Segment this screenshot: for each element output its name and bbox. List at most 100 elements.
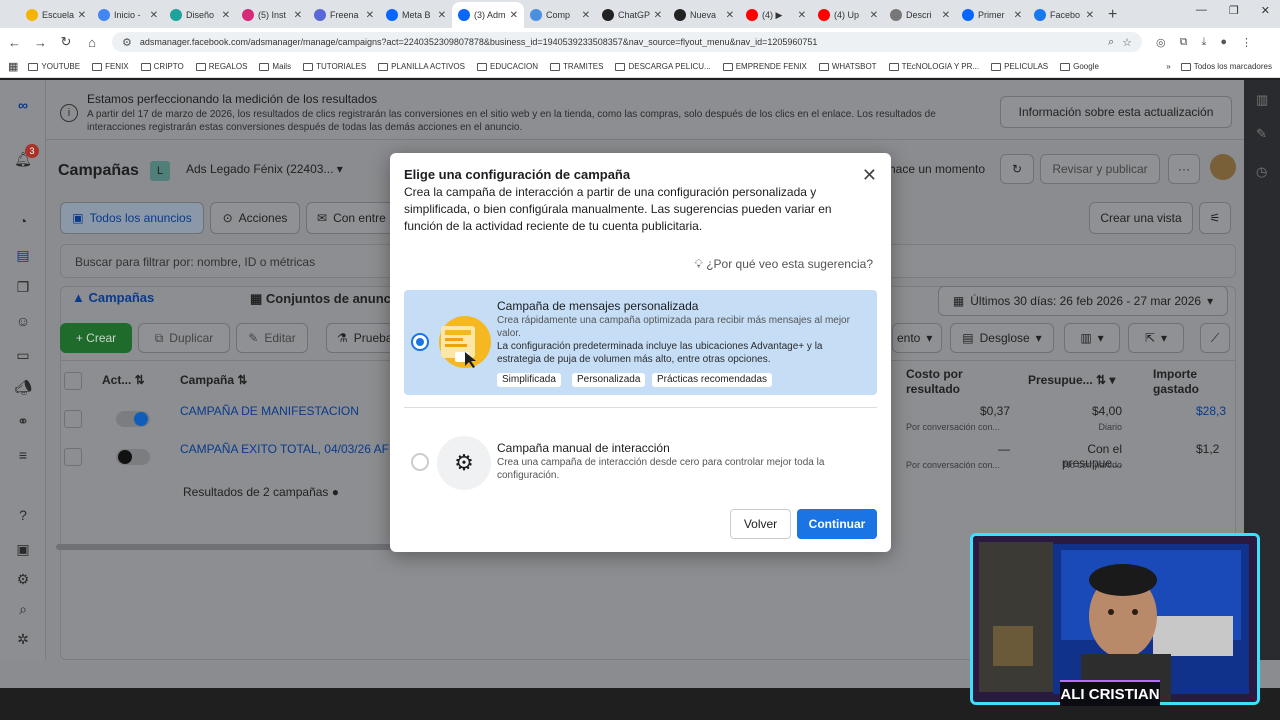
browser-tab[interactable]: Primer ✕: [956, 2, 1028, 28]
tab-close-icon[interactable]: ✕: [438, 10, 446, 21]
col-campaign[interactable]: Campaña ⇅: [180, 373, 247, 387]
menu-kebab-icon[interactable]: ⋮: [1241, 36, 1252, 49]
chart-toggle-button[interactable]: ⟋: [1200, 323, 1230, 353]
bookmarks-more[interactable]: »: [1166, 62, 1170, 71]
browser-tab[interactable]: (4) ▶ ✕: [740, 2, 812, 28]
tab-close-icon[interactable]: ✕: [1086, 10, 1094, 21]
review-publish-button[interactable]: Revisar y publicar: [1040, 154, 1160, 184]
why-suggestion-link[interactable]: 💡︎ ¿Por qué veo esta sugerencia?: [694, 257, 873, 272]
home-icon[interactable]: ⌂: [86, 35, 98, 50]
meta-logo-icon[interactable]: ∞: [14, 96, 32, 114]
browser-tab[interactable]: Descri ✕: [884, 2, 956, 28]
edit-button[interactable]: ✎ Editar: [236, 323, 308, 353]
col-cost[interactable]: Costo por resultado: [906, 367, 986, 397]
browser-tab[interactable]: Freena ✕: [308, 2, 380, 28]
account-selector[interactable]: Ads Legado Fénix (22403... ▾: [186, 162, 343, 176]
sliders-button[interactable]: ⚟: [1199, 202, 1231, 234]
browser-tab[interactable]: Diseño ✕: [164, 2, 236, 28]
tab-close-icon[interactable]: ✕: [942, 10, 950, 21]
export-button[interactable]: ⇱ ▾: [1128, 323, 1184, 353]
bookmark-item[interactable]: FENIX: [92, 62, 129, 71]
bookmark-item[interactable]: EDUCACION: [476, 62, 538, 71]
bookmark-item[interactable]: Mails: [259, 62, 291, 71]
menu-icon[interactable]: ≡: [14, 446, 32, 464]
col-spent[interactable]: Importe gastado: [1153, 367, 1213, 397]
campaign-name-link[interactable]: CAMPAÑA DE MANIFESTACION: [180, 404, 359, 418]
close-window-icon[interactable]: ✕: [1261, 4, 1270, 17]
minimize-icon[interactable]: —: [1196, 4, 1207, 17]
row-toggle[interactable]: [116, 411, 150, 427]
tab-close-icon[interactable]: ✕: [798, 10, 806, 21]
megaphone-icon[interactable]: 📣︎: [14, 378, 32, 396]
bookmark-item[interactable]: PLANILLA ACTIVOS: [378, 62, 465, 71]
chart-icon[interactable]: ▥: [1256, 92, 1268, 108]
date-range-picker[interactable]: ▦ Últimos 30 días: 26 feb 2026 - 27 mar 2…: [938, 286, 1228, 316]
zoom-icon[interactable]: ⌕: [1108, 36, 1114, 49]
browser-tab[interactable]: Comp ✕: [524, 2, 596, 28]
back-button[interactable]: Volver: [730, 509, 791, 539]
campaign-name-link[interactable]: CAMPAÑA EXITO TOTAL, 04/03/26 AF: [180, 442, 389, 456]
browser-tab[interactable]: Escuela ✕: [20, 2, 92, 28]
avatar[interactable]: [1210, 154, 1236, 180]
tab-close-icon[interactable]: ✕: [78, 10, 86, 21]
reports-button[interactable]: ▥ ▾: [1064, 323, 1120, 353]
tab-close-icon[interactable]: ✕: [366, 10, 374, 21]
bookmark-item[interactable]: TRAMITES: [550, 62, 603, 71]
tab-campaigns[interactable]: ▲ Campañas: [72, 290, 154, 305]
bookmark-item[interactable]: DESCARGA PELICU...: [615, 62, 711, 71]
browser-tab[interactable]: (3) Adm ✕: [452, 2, 524, 28]
restore-icon[interactable]: ❐: [1229, 4, 1239, 17]
tab-close-icon[interactable]: ✕: [726, 10, 734, 21]
browser-tab[interactable]: ChatGP ✕: [596, 2, 668, 28]
bookmark-item[interactable]: EMPRENDE FENIX: [722, 62, 807, 71]
bookmark-item[interactable]: TEcNOLOGIA Y PR...: [888, 62, 979, 71]
browser-tab[interactable]: Inicio - ✕: [92, 2, 164, 28]
profile-avatar-icon[interactable]: ●: [1220, 36, 1227, 48]
reload-icon[interactable]: ↻: [60, 34, 72, 50]
bookmark-item[interactable]: Google: [1060, 62, 1099, 71]
audience-icon[interactable]: ☺: [14, 312, 32, 330]
continue-button[interactable]: Continuar: [797, 509, 877, 539]
horizontal-scrollbar[interactable]: [56, 544, 436, 550]
forward-icon[interactable]: →: [34, 35, 47, 50]
search-icon[interactable]: ⌕: [14, 600, 32, 618]
select-all-checkbox[interactable]: [64, 372, 82, 390]
refresh-button[interactable]: ↻: [1000, 154, 1034, 184]
new-tab-icon[interactable]: +: [1108, 2, 1117, 28]
tab-close-icon[interactable]: ✕: [654, 10, 662, 21]
tab-close-icon[interactable]: ✕: [510, 10, 518, 21]
performance-button[interactable]: ento ▾: [892, 323, 942, 353]
bookmark-item[interactable]: TUTORIALES: [303, 62, 366, 71]
all-bookmarks[interactable]: Todos los marcadores: [1180, 62, 1272, 71]
browser-tab[interactable]: (4) Up ✕: [812, 2, 884, 28]
create-view-button[interactable]: Crear una vista: [1089, 202, 1193, 234]
site-info-icon[interactable]: ⚙: [122, 36, 132, 49]
extension-icon[interactable]: ◎: [1156, 36, 1166, 49]
tab-close-icon[interactable]: ✕: [1014, 10, 1022, 21]
bookmark-item[interactable]: PELICULAS: [991, 62, 1048, 71]
duplicate-button[interactable]: ⧉ Duplicar: [138, 323, 230, 353]
tab-close-icon[interactable]: ✕: [870, 10, 878, 21]
create-button[interactable]: + Crear: [60, 323, 132, 353]
bug-icon[interactable]: ✲: [14, 630, 32, 648]
browser-tab[interactable]: Meta B ✕: [380, 2, 452, 28]
update-info-button[interactable]: Información sobre esta actualización: [1000, 96, 1232, 128]
apps-grid-icon[interactable]: ▦: [8, 60, 18, 73]
bookmark-item[interactable]: YOUTUBE: [28, 62, 80, 71]
row-toggle[interactable]: [116, 449, 150, 465]
pencil-icon[interactable]: ✎: [1256, 126, 1267, 142]
pages-icon[interactable]: ❐: [14, 278, 32, 296]
breakdown-button[interactable]: ▤ Desglose ▾: [950, 323, 1054, 353]
radio-manual[interactable]: [411, 453, 429, 471]
browser-tab[interactable]: Nueva ✕: [668, 2, 740, 28]
bookmark-item[interactable]: REGALOS: [195, 62, 247, 71]
download-icon[interactable]: ⤓: [1201, 36, 1206, 49]
network-icon[interactable]: ⚭: [14, 412, 32, 430]
puzzle-icon[interactable]: ⧉: [1180, 36, 1188, 49]
close-icon[interactable]: ✕: [862, 165, 877, 186]
billing-icon[interactable]: ▭: [14, 346, 32, 364]
back-icon[interactable]: ←: [8, 35, 21, 50]
report-icon[interactable]: ▣: [14, 540, 32, 558]
tab-adsets[interactable]: ▦ Conjuntos de anunc: [250, 291, 391, 307]
tab-close-icon[interactable]: ✕: [582, 10, 590, 21]
